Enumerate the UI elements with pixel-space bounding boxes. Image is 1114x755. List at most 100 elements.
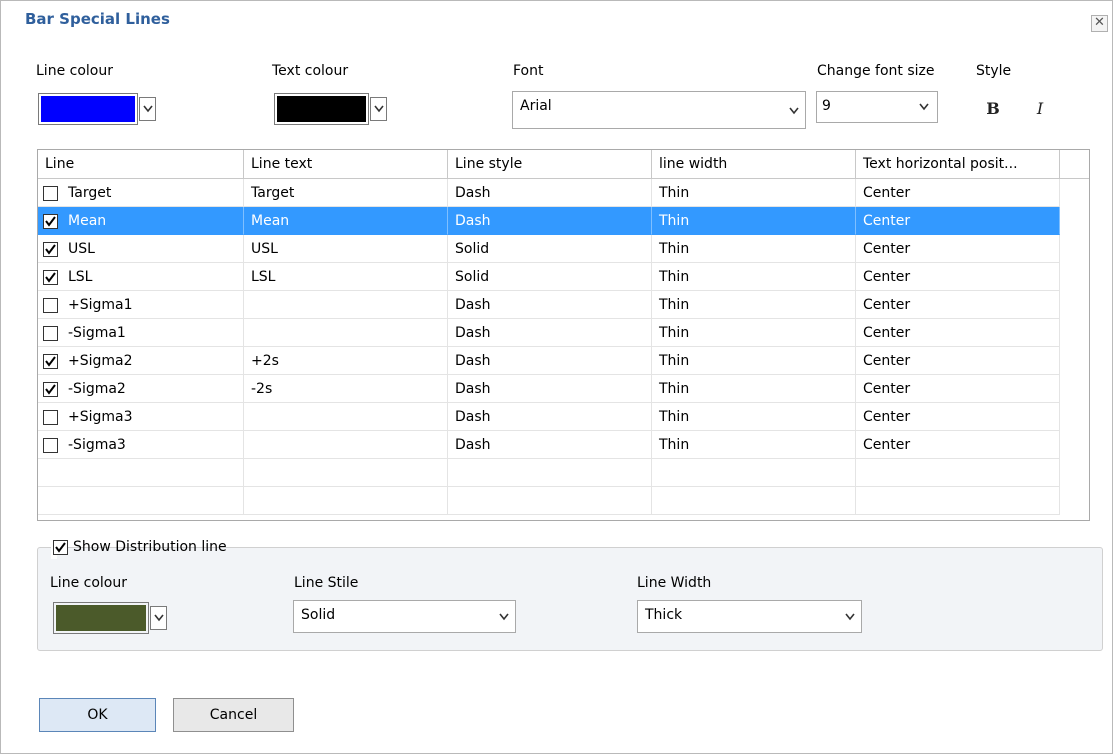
cell-line-style[interactable]: Dash [448,319,652,347]
cell-line-style[interactable]: Dash [448,291,652,319]
cell-line-text[interactable]: LSL [244,263,448,291]
show-distribution-toggle[interactable]: Show Distribution line [51,537,227,559]
cell-line-text[interactable] [244,403,448,431]
font-select[interactable]: Arial [512,91,806,129]
row-checkbox[interactable] [43,382,58,397]
table-row[interactable]: +Sigma2 +2s Dash Thin Center [38,347,1060,375]
table-row[interactable]: Target Target Dash Thin Center [38,179,1060,207]
table-row[interactable]: -Sigma1 Dash Thin Center [38,319,1060,347]
cell-line-width[interactable]: Thin [652,431,856,459]
cell-line[interactable]: -Sigma3 [38,431,244,459]
cell-text-position[interactable]: Center [856,431,1060,459]
text-colour-dropdown[interactable] [370,97,387,121]
table-row[interactable]: +Sigma3 Dash Thin Center [38,403,1060,431]
cell-line[interactable]: +Sigma2 [38,347,244,375]
cell-line-text[interactable]: USL [244,235,448,263]
table-row[interactable]: USL USL Solid Thin Center [38,235,1060,263]
font-size-select[interactable]: 9 [816,91,938,123]
line-stile-label: Line Stile [294,575,359,591]
cell-line-width-text: Thin [659,437,690,453]
cell-line-style[interactable]: Dash [448,403,652,431]
cell-text-position[interactable]: Center [856,403,1060,431]
dist-line-colour-dropdown[interactable] [150,606,167,630]
cell-text-position[interactable]: Center [856,375,1060,403]
cell-text-position[interactable]: Center [856,207,1060,235]
row-checkbox[interactable] [43,438,58,453]
close-button[interactable]: ✕ [1091,15,1108,32]
table-row[interactable]: Mean Mean Dash Thin Center [38,207,1060,235]
line-colour-picker[interactable] [38,93,164,125]
cell-line-width[interactable]: Thin [652,179,856,207]
cell-text-position[interactable]: Center [856,263,1060,291]
cell-line-style[interactable]: Solid [448,263,652,291]
cell-line-style[interactable]: Dash [448,179,652,207]
cell-line[interactable]: +Sigma1 [38,291,244,319]
cell-line-style[interactable]: Dash [448,431,652,459]
row-checkbox[interactable] [43,186,58,201]
show-distribution-checkbox[interactable] [53,540,68,555]
italic-button[interactable]: I [1028,97,1052,121]
table-row[interactable]: +Sigma1 Dash Thin Center [38,291,1060,319]
row-checkbox[interactable] [43,410,58,425]
cell-line-text[interactable]: Target [244,179,448,207]
cell-line-text: +Sigma1 [68,297,133,313]
cell-text-position[interactable]: Center [856,179,1060,207]
cell-line-text[interactable] [244,431,448,459]
cancel-button[interactable]: Cancel [173,698,294,732]
table-row[interactable]: -Sigma3 Dash Thin Center [38,431,1060,459]
cell-text-position[interactable]: Center [856,291,1060,319]
cell-line-style[interactable]: Solid [448,235,652,263]
cell-line-style[interactable]: Dash [448,375,652,403]
line-colour-dropdown[interactable] [139,97,156,121]
cell-line-width[interactable]: Thin [652,235,856,263]
check-icon [45,244,56,255]
chevron-down-icon [154,614,164,622]
row-checkbox[interactable] [43,270,58,285]
special-lines-table[interactable]: Line Line text Line style line width Tex… [37,149,1090,521]
cell-text-position[interactable]: Center [856,319,1060,347]
cell-line[interactable]: Mean [38,207,244,235]
row-checkbox[interactable] [43,326,58,341]
line-stile-select[interactable]: Solid [293,600,516,633]
column-header-text-position[interactable]: Text horizontal posit... [856,150,1060,178]
cell-line-width[interactable]: Thin [652,319,856,347]
bold-button[interactable]: B [981,97,1005,121]
row-checkbox[interactable] [43,298,58,313]
text-colour-picker[interactable] [274,93,400,125]
row-checkbox[interactable] [43,242,58,257]
cell-line-width[interactable]: Thin [652,291,856,319]
cell-line-text[interactable]: +2s [244,347,448,375]
cell-line-style[interactable]: Dash [448,207,652,235]
cell-text-position[interactable]: Center [856,347,1060,375]
table-row[interactable]: LSL LSL Solid Thin Center [38,263,1060,291]
cell-text-position[interactable]: Center [856,235,1060,263]
cell-line[interactable]: Target [38,179,244,207]
cell-line[interactable]: USL [38,235,244,263]
column-header-line-style[interactable]: Line style [448,150,652,178]
cell-line[interactable]: +Sigma3 [38,403,244,431]
cell-line-width[interactable]: Thin [652,263,856,291]
row-checkbox[interactable] [43,354,58,369]
column-header-line-width[interactable]: line width [652,150,856,178]
cell-line-style[interactable]: Dash [448,347,652,375]
cell-line-width[interactable]: Thin [652,347,856,375]
close-icon: ✕ [1094,15,1105,30]
cell-line-text[interactable] [244,291,448,319]
cell-line-width[interactable]: Thin [652,403,856,431]
cell-line[interactable]: LSL [38,263,244,291]
line-width-select[interactable]: Thick [637,600,862,633]
cell-line-text[interactable]: Mean [244,207,448,235]
cell-line-width[interactable]: Thin [652,375,856,403]
cell-line-text[interactable] [244,319,448,347]
cell-line-width[interactable]: Thin [652,207,856,235]
cell-line[interactable]: -Sigma2 [38,375,244,403]
column-header-line-text[interactable]: Line text [244,150,448,178]
table-row[interactable]: -Sigma2 -2s Dash Thin Center [38,375,1060,403]
ok-button[interactable]: OK [39,698,156,732]
cell-line-text[interactable]: -2s [244,375,448,403]
empty-cell [856,487,1060,515]
dist-line-colour-picker[interactable] [53,602,179,634]
cell-line[interactable]: -Sigma1 [38,319,244,347]
column-header-line[interactable]: Line [38,150,244,178]
row-checkbox[interactable] [43,214,58,229]
